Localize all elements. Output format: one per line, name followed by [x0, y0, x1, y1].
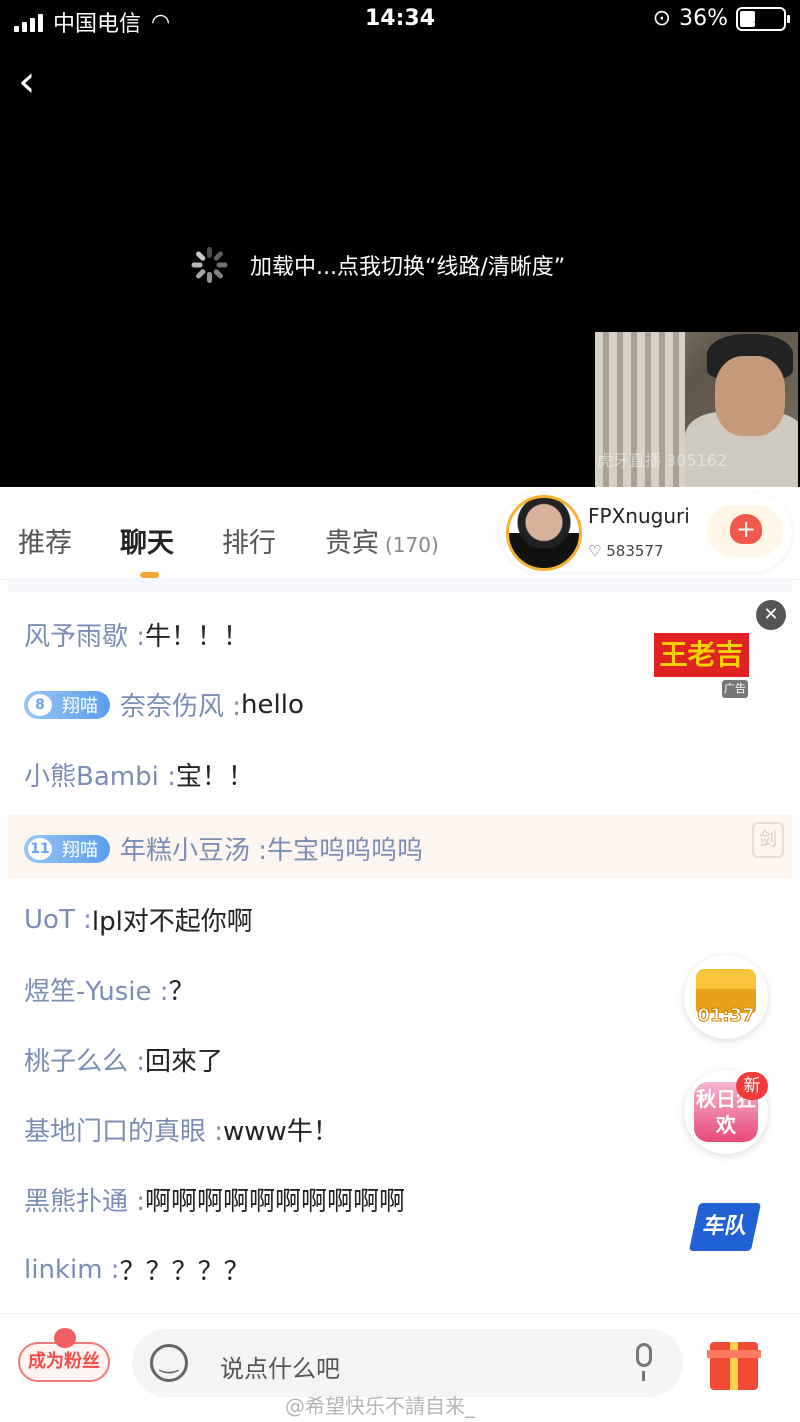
- chat-text: www牛！: [223, 1117, 339, 1147]
- chat-text: 牛宝呜呜呜呜: [267, 836, 424, 866]
- chat-text: 回來了: [145, 1047, 224, 1077]
- battery-percent: 36%: [679, 6, 728, 31]
- back-icon[interactable]: ‹: [18, 60, 54, 104]
- emoji-icon[interactable]: ‿: [150, 1344, 188, 1382]
- chat-username[interactable]: 年糕小豆汤 :: [120, 830, 267, 867]
- chat-username[interactable]: 煜笙-Yusie :: [24, 971, 169, 1008]
- watermark: @希望快乐不請自来_: [285, 1394, 475, 1418]
- fan-badge-level: 8: [28, 693, 52, 716]
- list-item: linkim : ？？？？？: [24, 1251, 250, 1288]
- list-item: 风予雨歇 : 牛！！！: [24, 616, 249, 653]
- chat-text: 牛！！！: [145, 622, 250, 652]
- pip-camera-window[interactable]: 虎牙直播 305162: [595, 332, 798, 487]
- chat-username[interactable]: linkim :: [24, 1255, 120, 1285]
- chat-text: ？？？？？: [119, 1257, 250, 1287]
- list-item: 黑熊扑通 : 啊啊啊啊啊啊啊啊啊啊: [24, 1181, 405, 1218]
- ad-banner[interactable]: 王老吉: [654, 633, 749, 677]
- chat-input[interactable]: ‿ 说点什么吧: [132, 1329, 683, 1397]
- list-item: 桃子么么 : 回來了: [24, 1041, 223, 1078]
- list-item: 11 翔喵 年糕小豆汤 : 牛宝呜呜呜呜: [24, 830, 423, 867]
- chat-text: hello: [241, 689, 304, 720]
- tab-ranking[interactable]: 排行: [222, 521, 276, 560]
- spinner-icon: [190, 245, 230, 285]
- anchor-likes: ♡ 583577: [588, 542, 664, 560]
- spinner-petal: [207, 272, 212, 283]
- spinner-petal: [212, 268, 224, 280]
- chest-timer: 01:37: [697, 1005, 755, 1027]
- rotation-lock-icon: ⊙: [652, 6, 672, 31]
- list-item: UoT : lpl对不起你啊: [24, 901, 253, 938]
- team-button[interactable]: 车队: [688, 1203, 762, 1251]
- anchor-card[interactable]: FPXnuguri ♡ 583577 +: [500, 492, 792, 572]
- avatar[interactable]: [506, 495, 582, 571]
- chat-username[interactable]: 小熊Bambi :: [24, 756, 176, 793]
- heart-plus-icon: +: [730, 514, 762, 544]
- spinner-petal: [207, 247, 212, 258]
- ad-tag: 广告: [722, 680, 748, 698]
- tab-vip[interactable]: 贵宾 (170): [325, 521, 439, 560]
- chat-username[interactable]: 奈奈伤风 :: [120, 686, 241, 723]
- chat-text: ？: [168, 977, 195, 1007]
- chat-username[interactable]: 风予雨歇 :: [24, 616, 145, 653]
- fan-badge-name: 翔喵: [62, 695, 98, 717]
- spinner-petal: [191, 262, 203, 268]
- become-fan-label: 成为粉丝: [28, 1351, 100, 1372]
- list-item: 煜笙-Yusie : ？: [24, 971, 195, 1008]
- gift-icon[interactable]: [707, 1342, 761, 1390]
- close-ad-button[interactable]: ✕: [756, 600, 786, 630]
- spinner-petal: [216, 262, 228, 268]
- become-fan-button[interactable]: 成为粉丝: [18, 1328, 110, 1382]
- chat-username[interactable]: 桃子么么 :: [24, 1041, 145, 1078]
- fan-badge-level: 11: [28, 837, 52, 860]
- anchor-name: FPXnuguri: [588, 504, 690, 528]
- tab-chat[interactable]: 聊天: [120, 521, 174, 560]
- chat-username[interactable]: 基地门口的真眼 :: [24, 1111, 223, 1148]
- chat-text: 宝！！: [175, 762, 254, 792]
- chat-text: lpl对不起你啊: [91, 907, 253, 937]
- spinner-petal: [195, 250, 207, 262]
- sword-icon: 剑: [752, 822, 784, 858]
- anchor-likes-value: 583577: [606, 542, 664, 560]
- subscribe-button[interactable]: +: [707, 505, 783, 557]
- heart-icon: [54, 1328, 76, 1348]
- chat-username[interactable]: 黑熊扑通 :: [24, 1181, 145, 1218]
- tab-recommend[interactable]: 推荐: [18, 521, 72, 560]
- chat-username[interactable]: UoT :: [24, 905, 92, 935]
- spinner-petal: [195, 268, 207, 280]
- list-item: 小熊Bambi : 宝！！: [24, 756, 254, 793]
- pip-watermark: 虎牙直播 305162: [597, 451, 728, 470]
- spinner-petal: [212, 250, 224, 262]
- fan-badge-name: 翔喵: [62, 839, 98, 861]
- fan-badge[interactable]: 8 翔喵: [24, 690, 110, 719]
- new-badge: 新: [736, 1072, 768, 1100]
- loading-indicator[interactable]: 加载中...点我切换“线路/清晰度”: [190, 245, 565, 285]
- tab-vip-label: 贵宾: [325, 528, 379, 559]
- loading-text: 加载中...点我切换“线路/清晰度”: [250, 255, 566, 280]
- tab-vip-count: (170): [385, 533, 439, 557]
- chat-input-placeholder: 说点什么吧: [220, 1355, 340, 1383]
- fan-badge[interactable]: 11 翔喵: [24, 834, 110, 863]
- heart-outline-icon: ♡: [588, 542, 602, 560]
- list-item: 8 翔喵 奈奈伤风 : hello: [24, 686, 304, 723]
- status-bar: 中国电信 ◠ 14:34 ⊙ 36% ⚡: [0, 0, 800, 40]
- chat-text: 啊啊啊啊啊啊啊啊啊啊: [145, 1187, 406, 1217]
- chat-list[interactable]: 风予雨歇 : 牛！！！ 8 翔喵 奈奈伤风 : hello 小熊Bambi : 宝！…: [0, 578, 800, 1313]
- treasure-chest-button[interactable]: 01:37: [684, 955, 768, 1039]
- battery-icon: ⚡: [736, 6, 790, 31]
- list-item: 基地门口的真眼 : www牛！: [24, 1111, 339, 1148]
- microphone-icon[interactable]: [632, 1343, 656, 1383]
